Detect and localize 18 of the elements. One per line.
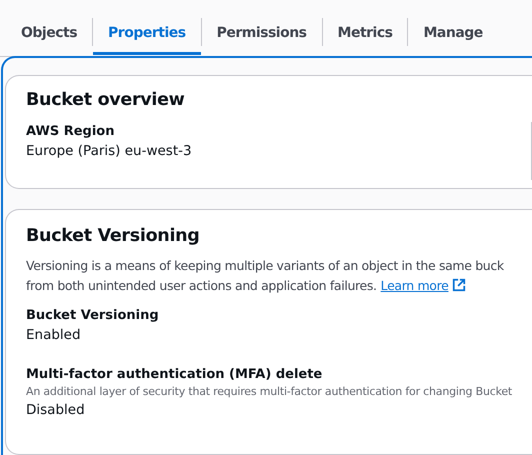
field-label: AWS Region xyxy=(26,123,116,141)
field-value: Enabled xyxy=(26,326,82,345)
card-title: Bucket overview xyxy=(26,90,186,110)
field-value: Europe (Paris) eu-west-3 xyxy=(26,142,192,161)
field-label: Bucket Versioning xyxy=(26,307,160,325)
field-hint: An additional layer of security that requires multi-factor authentication for changing Bucket xyxy=(26,384,512,400)
description-text: Versioning is a means of keeping multiple variants of an object in the same buck xyxy=(26,257,505,275)
tab[interactable]: Metrics xyxy=(322,2,408,54)
tab[interactable]: Properties xyxy=(93,2,201,54)
card-title: Bucket Versioning xyxy=(26,226,201,246)
learn-more-link[interactable]: Learn more xyxy=(380,278,448,293)
field-value: Disabled xyxy=(26,401,86,420)
tab[interactable]: Objects xyxy=(6,2,92,54)
description-text: from both unintended user actions and application failures. xyxy=(26,278,377,293)
external-link-icon[interactable] xyxy=(452,278,466,292)
tab[interactable]: Manage xyxy=(408,2,498,54)
tab[interactable]: Permissions xyxy=(202,2,322,54)
field-label: Multi-factor authentication (MFA) delete xyxy=(26,366,324,384)
